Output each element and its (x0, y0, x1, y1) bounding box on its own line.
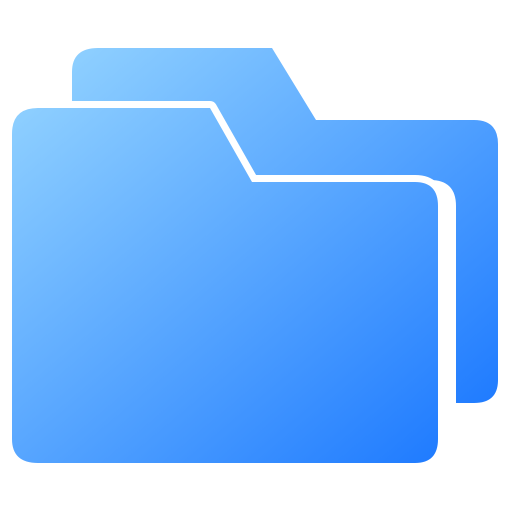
folders-icon-graphic (5, 48, 498, 470)
folders-icon (0, 0, 512, 512)
